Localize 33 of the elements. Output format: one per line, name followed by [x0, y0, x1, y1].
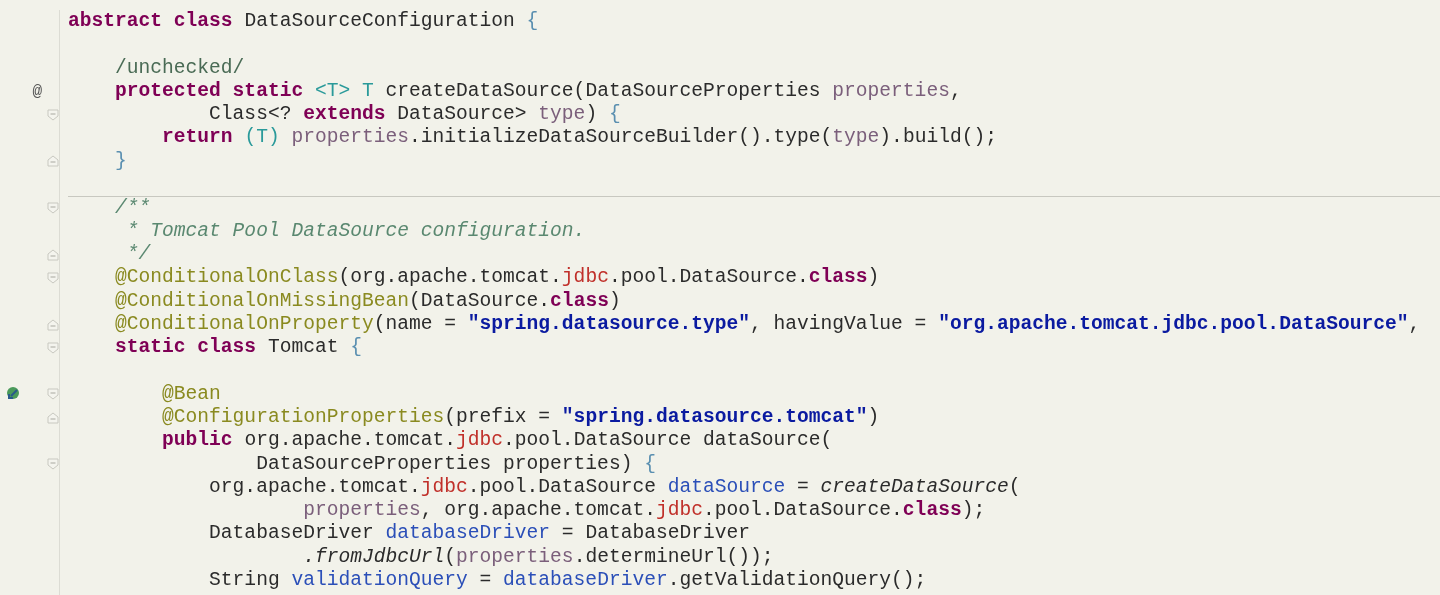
- code-line: String validationQuery = databaseDriver.getValidationQuery();: [208, 568, 927, 594]
- fold-icon[interactable]: [47, 248, 59, 261]
- code-line: /unchecked/: [114, 55, 245, 81]
- code-line: /**: [114, 195, 151, 221]
- code-line: }: [114, 148, 127, 174]
- code-line: * Tomcat Pool DataSource configuration.: [125, 218, 586, 244]
- fold-icon[interactable]: [47, 318, 59, 331]
- code-line: org.apache.tomcat.jdbc.pool.DataSource dataSource = createDataSource(: [208, 474, 1021, 500]
- fold-icon[interactable]: [47, 155, 59, 168]
- code-line: protected static <T> T createDataSource(DataSourceProperties properties,: [114, 78, 962, 104]
- code-line: static class Tomcat {: [114, 335, 362, 361]
- code-line: public org.apache.tomcat.jdbc.pool.DataSource dataSource(: [161, 428, 833, 454]
- fold-icon[interactable]: [47, 411, 59, 424]
- fold-icon[interactable]: [47, 388, 59, 401]
- code-line: return (T) properties.initializeDataSourceBuilder().type(type).build();: [161, 125, 997, 151]
- fold-icon[interactable]: [47, 202, 59, 214]
- code-line: @ConditionalOnProperty(name = "spring.datasource.type", havingValue = "org.apache.tomcat.jdbc.pool.DataSource",: [114, 311, 1421, 337]
- code-line: @ConditionalOnMissingBean(DataSource.class): [114, 288, 621, 314]
- code-line: @ConfigurationProperties(prefix = "spring.datasource.tomcat"): [161, 405, 880, 430]
- gutter-marker[interactable]: @: [32, 79, 43, 104]
- code-line: Class<? extends DataSource> type) {: [208, 102, 621, 127]
- fold-icon[interactable]: [47, 458, 59, 471]
- code-line: */: [125, 241, 151, 267]
- code-line: abstract class DataSourceConfiguration {: [68, 8, 539, 34]
- code-line: DataSourceProperties properties) {: [255, 451, 656, 477]
- code-line: @Bean: [161, 381, 221, 407]
- fold-icon[interactable]: [47, 271, 59, 284]
- fold-icon[interactable]: [47, 341, 59, 354]
- fold-icon[interactable]: [47, 108, 59, 121]
- code-line: .fromJdbcUrl(properties.determineUrl());: [302, 544, 774, 570]
- code-line: properties, org.apache.tomcat.jdbc.pool.DataSource.class);: [302, 498, 986, 523]
- code-line: @ConditionalOnClass(org.apache.tomcat.jdbc.pool.DataSource.class): [114, 265, 880, 291]
- code-line: DatabaseDriver databaseDriver = DatabaseDriver: [208, 521, 750, 547]
